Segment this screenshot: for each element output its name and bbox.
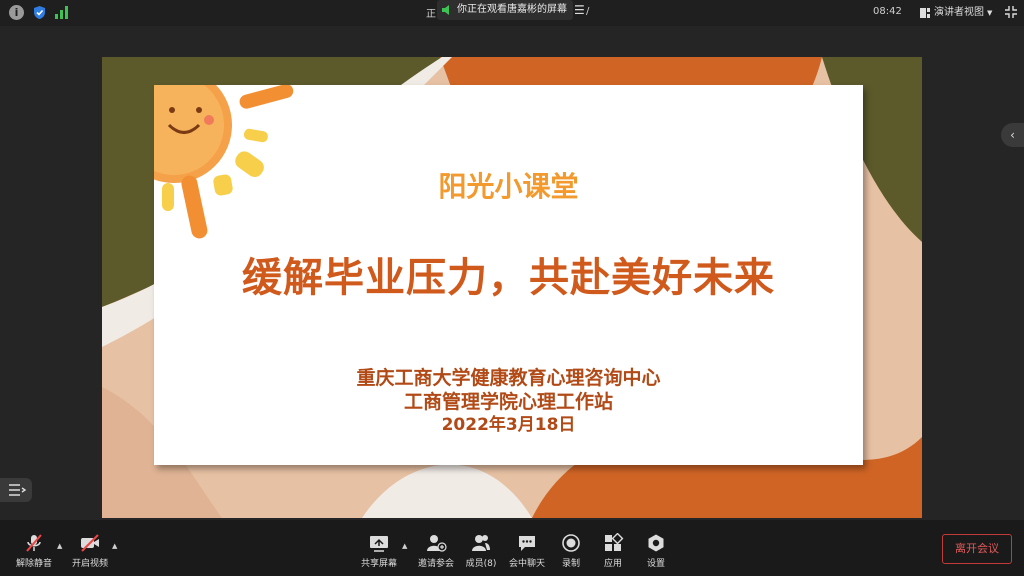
members-label: 成员(8) (465, 559, 497, 569)
record-label: 录制 (561, 559, 580, 569)
meeting-toolbar: 解除静音 ▲ 开启视频 ▲ 共享屏幕 ▲ 邀请参会 成员(8) 会中聊天 录制 … (0, 520, 1024, 576)
chat-label: 会中聊天 (508, 559, 545, 569)
screen-share-banner: 你正在观看唐嘉彬的屏幕 (437, 0, 573, 20)
start-video-label: 开启视频 (71, 559, 108, 569)
record-icon (562, 534, 580, 552)
apps-icon (605, 533, 624, 551)
shield-icon[interactable] (32, 5, 47, 20)
share-options-caret[interactable]: ▲ (402, 542, 407, 550)
audio-options-caret[interactable]: ▲ (57, 542, 62, 550)
add-user-icon (427, 535, 447, 552)
chevron-down-icon: ▼ (987, 9, 993, 17)
course-title: 阳光小课堂 (438, 170, 579, 203)
invite-button[interactable]: 邀请参会 (416, 520, 456, 576)
slide-date: 2022年3月18日 (441, 415, 576, 435)
share-screen-label: 共享屏幕 (360, 559, 397, 569)
presentation-slide: 阳光小课堂 缓解毕业压力，共赴美好未来 重庆工商大学健康教育心理咨询中心 工商管… (102, 57, 922, 518)
member-list-toggle-button[interactable] (0, 478, 32, 502)
apps-button[interactable]: 应用 (598, 520, 628, 576)
members-icon (472, 535, 490, 551)
share-banner-text: 你正在观看唐嘉彬的屏幕 (457, 4, 567, 15)
leave-meeting-button[interactable]: 离开会议 (942, 534, 1012, 564)
chevron-left-icon: ‹ (1010, 128, 1015, 142)
title-fragment-left: 正 (426, 9, 436, 20)
share-screen-button[interactable]: 共享屏幕 (359, 520, 399, 576)
invite-label: 邀请参会 (417, 559, 454, 569)
view-switch-label: 演讲者视图 (934, 7, 984, 18)
speaker-view-switch[interactable]: 演讲者视图 ▼ (920, 5, 992, 21)
speaker-icon (442, 5, 449, 15)
collapse-panel-button[interactable]: ‹ (1001, 123, 1024, 147)
exit-fullscreen-icon[interactable] (1004, 5, 1018, 19)
settings-label: 设置 (646, 559, 665, 569)
list-icon (9, 484, 27, 496)
apps-label: 应用 (603, 559, 622, 569)
chat-button[interactable]: 会中聊天 (507, 520, 547, 576)
settings-button[interactable]: 设置 (641, 520, 671, 576)
shared-screen-stage: 阳光小课堂 缓解毕业压力，共赴美好未来 重庆工商大学健康教育心理咨询中心 工商管… (0, 26, 1024, 520)
camera-off-icon (81, 534, 99, 552)
mic-muted-icon (26, 534, 42, 552)
start-video-button[interactable]: 开启视频 (70, 520, 110, 576)
share-screen-icon (370, 536, 388, 552)
top-bar: i 正 你正在观看唐嘉彬的屏幕 ☰ / 08:42 演讲者视图 ▼ (0, 0, 1024, 26)
main-title: 缓解毕业压力，共赴美好未来 (242, 255, 775, 301)
chat-icon (519, 536, 535, 551)
record-button[interactable]: 录制 (556, 520, 586, 576)
menu-icon[interactable]: ☰ (574, 3, 585, 17)
layout-icon (920, 8, 930, 18)
unmute-label: 解除静音 (15, 559, 52, 569)
signal-strength-icon[interactable] (54, 5, 69, 20)
organizer-line-1: 重庆工商大学健康教育心理咨询中心 (356, 367, 661, 389)
video-options-caret[interactable]: ▲ (112, 542, 117, 550)
clock: 08:42 (873, 6, 902, 17)
members-button[interactable]: 成员(8) (461, 520, 501, 576)
gear-icon (648, 534, 664, 552)
slide-content-card: 阳光小课堂 缓解毕业压力，共赴美好未来 重庆工商大学健康教育心理咨询中心 工商管… (154, 85, 863, 465)
title-fragment-right: / (586, 6, 590, 17)
unmute-button[interactable]: 解除静音 (14, 520, 54, 576)
info-icon[interactable]: i (9, 5, 24, 20)
